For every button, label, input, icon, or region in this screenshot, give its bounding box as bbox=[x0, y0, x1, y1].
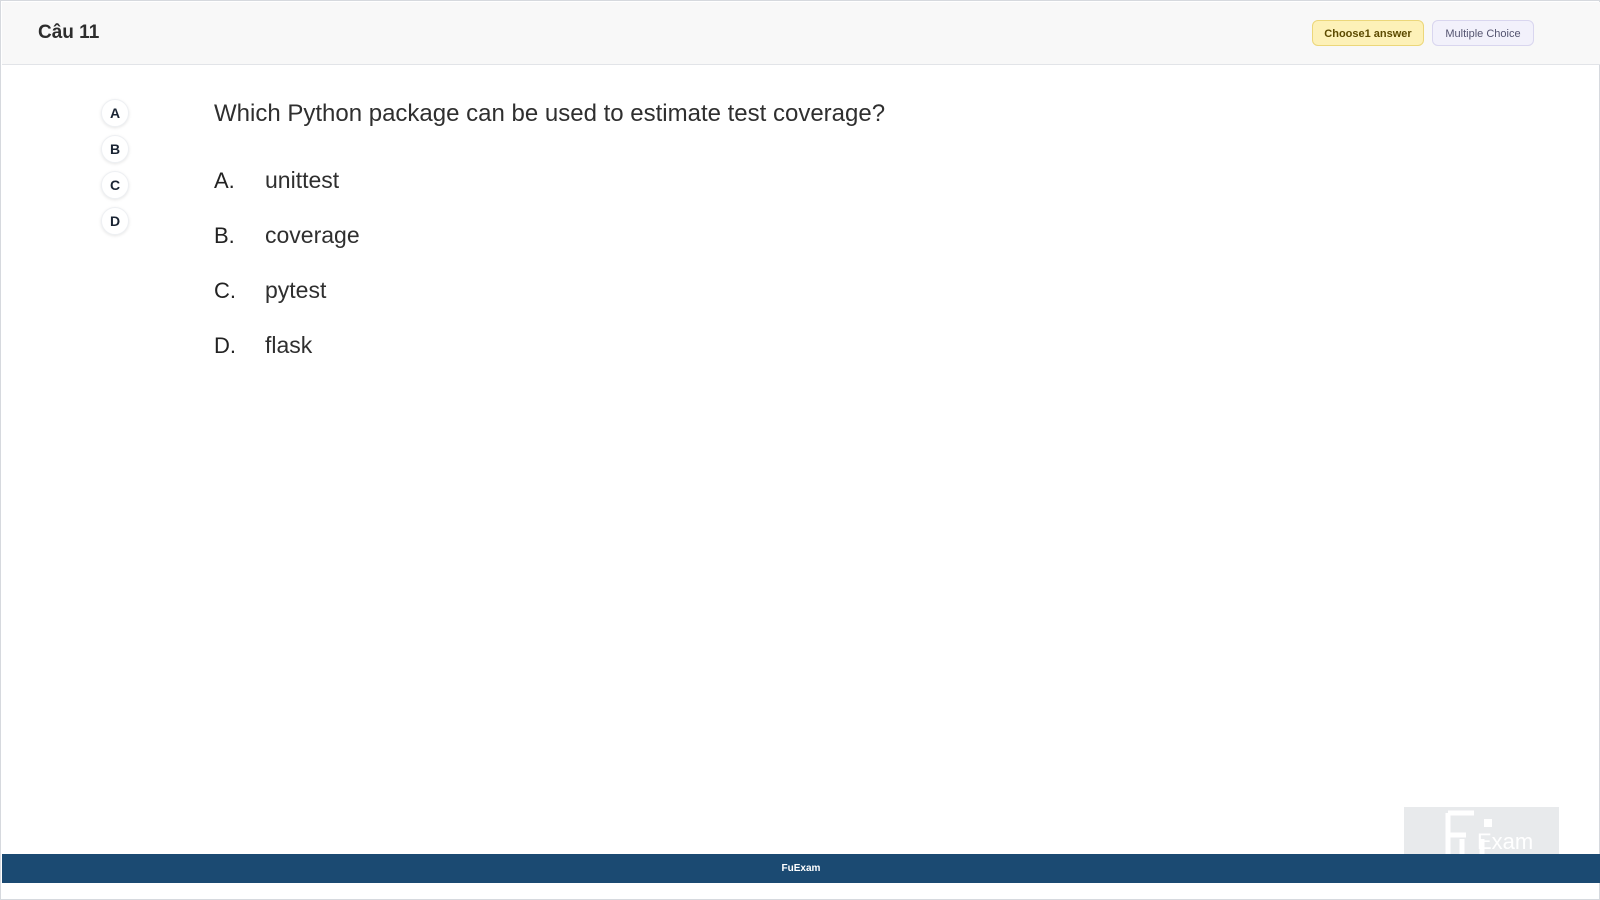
choose-answer-badge: Choose1 answer bbox=[1312, 20, 1424, 46]
option-letter: D. bbox=[214, 332, 236, 358]
question-content: Which Python package can be used to esti… bbox=[214, 97, 1414, 373]
option-letter: C. bbox=[214, 277, 236, 303]
question-type-badge: Multiple Choice bbox=[1432, 20, 1534, 46]
answer-nav: A B C D bbox=[101, 99, 129, 243]
option-c[interactable]: C. pytest bbox=[214, 263, 1414, 318]
option-letter: A. bbox=[214, 167, 235, 193]
answer-nav-a[interactable]: A bbox=[101, 99, 129, 127]
option-text: unittest bbox=[265, 167, 340, 193]
option-b[interactable]: B. coverage bbox=[214, 208, 1414, 263]
option-d[interactable]: D. flask bbox=[214, 318, 1414, 373]
option-text: pytest bbox=[265, 277, 327, 303]
option-text: coverage bbox=[265, 222, 360, 248]
option-letter: B. bbox=[214, 222, 235, 248]
answer-nav-c[interactable]: C bbox=[101, 171, 129, 199]
footer-brand: FuExam bbox=[781, 863, 821, 874]
exam-page: Câu 11 Choose1 answer Multiple Choice A … bbox=[0, 0, 1600, 900]
question-text: Which Python package can be used to esti… bbox=[214, 100, 886, 127]
footer-bar: FuExam bbox=[2, 854, 1600, 883]
answer-nav-d[interactable]: D bbox=[101, 207, 129, 235]
answer-nav-b[interactable]: B bbox=[101, 135, 129, 163]
option-text: flask bbox=[265, 332, 313, 358]
option-a[interactable]: A. unittest bbox=[214, 153, 1414, 208]
question-number: Câu 11 bbox=[38, 22, 100, 43]
question-header: Câu 11 Choose1 answer Multiple Choice bbox=[2, 2, 1600, 65]
logo-text: Exam bbox=[1477, 829, 1533, 854]
